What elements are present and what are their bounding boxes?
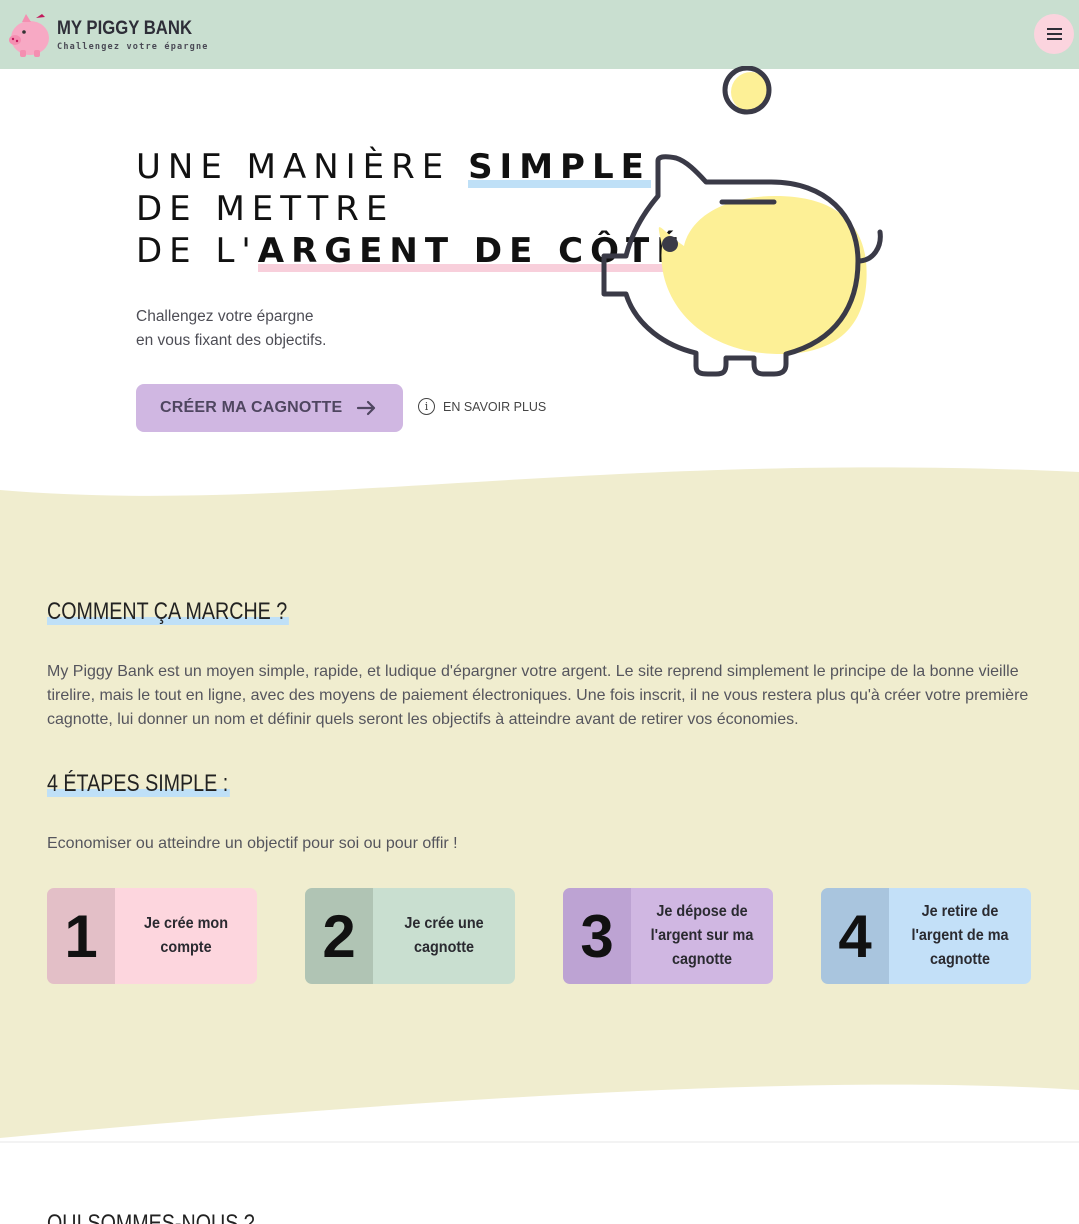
step-number: 1 [47, 888, 115, 984]
step-label: Je crée mon compte [143, 915, 229, 956]
how-it-works-background [0, 467, 1079, 1143]
brand[interactable]: MY PIGGY BANK Challengez votre épargne [57, 18, 210, 52]
steps-title: 4 ÉTAPES SIMPLE : [47, 770, 230, 798]
create-piggy-bank-button[interactable]: CRÉER MA CAGNOTTE [136, 384, 403, 432]
hero-subtitle: Challengez votre épargne en vous fixant … [136, 305, 326, 353]
arrow-right-icon [357, 400, 376, 416]
step-number: 4 [821, 888, 889, 984]
step-label-wrapper: Je dépose de l'argent sur ma cagnotte [631, 888, 773, 984]
piggy-logo-icon[interactable] [6, 8, 54, 60]
step-label-wrapper: Je crée une cagnotte [373, 888, 515, 984]
step-label: Je crée une cagnotte [404, 915, 484, 956]
step-label-wrapper: Je retire de l'argent de ma cagnotte [889, 888, 1031, 984]
step-card-4: 4 Je retire de l'argent de ma cagnotte [821, 888, 1031, 984]
create-piggy-bank-label: CRÉER MA CAGNOTTE [160, 399, 343, 416]
hamburger-icon [1046, 28, 1062, 40]
site-header: MY PIGGY BANK Challengez votre épargne [0, 0, 1079, 69]
step-card-1: 1 Je crée mon compte [47, 888, 257, 984]
step-card-3: 3 Je dépose de l'argent sur ma cagnotte [563, 888, 773, 984]
menu-button[interactable] [1034, 14, 1074, 54]
step-number: 2 [305, 888, 373, 984]
hero-subtitle-line1: Challengez votre épargne [136, 308, 314, 325]
step-label-wrapper: Je crée mon compte [115, 888, 257, 984]
step-number: 3 [563, 888, 631, 984]
how-it-works-title-text: COMMENT ÇA MARCHE ? [47, 598, 289, 625]
learn-more-label: EN SAVOIR PLUS [443, 399, 547, 414]
brand-name: MY PIGGY BANK [57, 18, 193, 39]
steps-subtitle: Economiser ou atteindre un objectif pour… [47, 835, 458, 852]
piggy-bank-illustration [601, 66, 883, 377]
hero-title-line1: UNE MANIÈRE [136, 147, 469, 187]
info-icon: i [418, 398, 435, 415]
learn-more-link[interactable]: i EN SAVOIR PLUS [418, 398, 546, 415]
step-label: Je dépose de l'argent sur ma cagnotte [650, 903, 754, 968]
hero-title-line3: DE L' [136, 231, 258, 271]
steps-title-text: 4 ÉTAPES SIMPLE : [47, 770, 230, 797]
about-title: QUI SOMMES-NOUS ? [47, 1210, 255, 1224]
how-it-works-description: My Piggy Bank est un moyen simple, rapid… [47, 663, 1029, 728]
hero-subtitle-line2: en vous fixant des objectifs. [136, 332, 327, 349]
brand-tagline: Challengez votre épargne [57, 42, 209, 52]
step-card-2: 2 Je crée une cagnotte [305, 888, 515, 984]
how-it-works-title: COMMENT ÇA MARCHE ? [47, 598, 289, 626]
step-label: Je retire de l'argent de ma cagnotte [911, 903, 1009, 968]
